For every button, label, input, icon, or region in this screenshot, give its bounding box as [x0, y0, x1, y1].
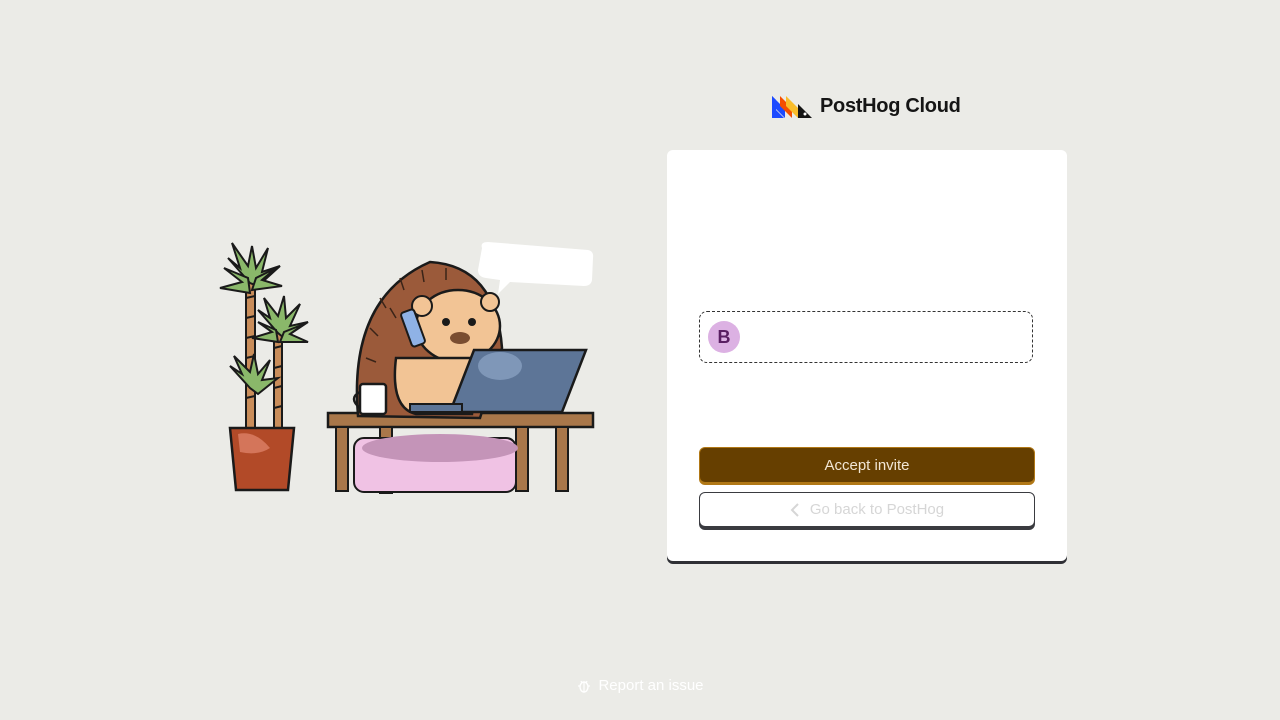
posthog-hedgehog-logo-icon — [772, 95, 812, 118]
bug-icon — [578, 680, 591, 693]
hedgehog-illustration — [219, 242, 595, 494]
accept-invite-button[interactable]: Accept invite — [699, 447, 1035, 483]
report-issue-link[interactable]: Report an issue — [0, 677, 1280, 694]
invite-organization-box: B — [699, 311, 1033, 363]
chevron-left-icon — [790, 502, 799, 517]
invite-page: PostHog Cloud B Accept invite Go back to… — [0, 0, 1280, 720]
posthog-logo[interactable]: PostHog Cloud — [772, 95, 961, 118]
avatar: B — [708, 321, 740, 353]
report-issue-label: Report an issue — [598, 677, 704, 694]
invite-card: B Accept invite Go back to PostHog — [667, 150, 1067, 561]
brand-name: PostHog Cloud — [820, 95, 961, 117]
go-back-label: Go back to PostHog — [809, 501, 945, 518]
go-back-button[interactable]: Go back to PostHog — [699, 492, 1035, 527]
